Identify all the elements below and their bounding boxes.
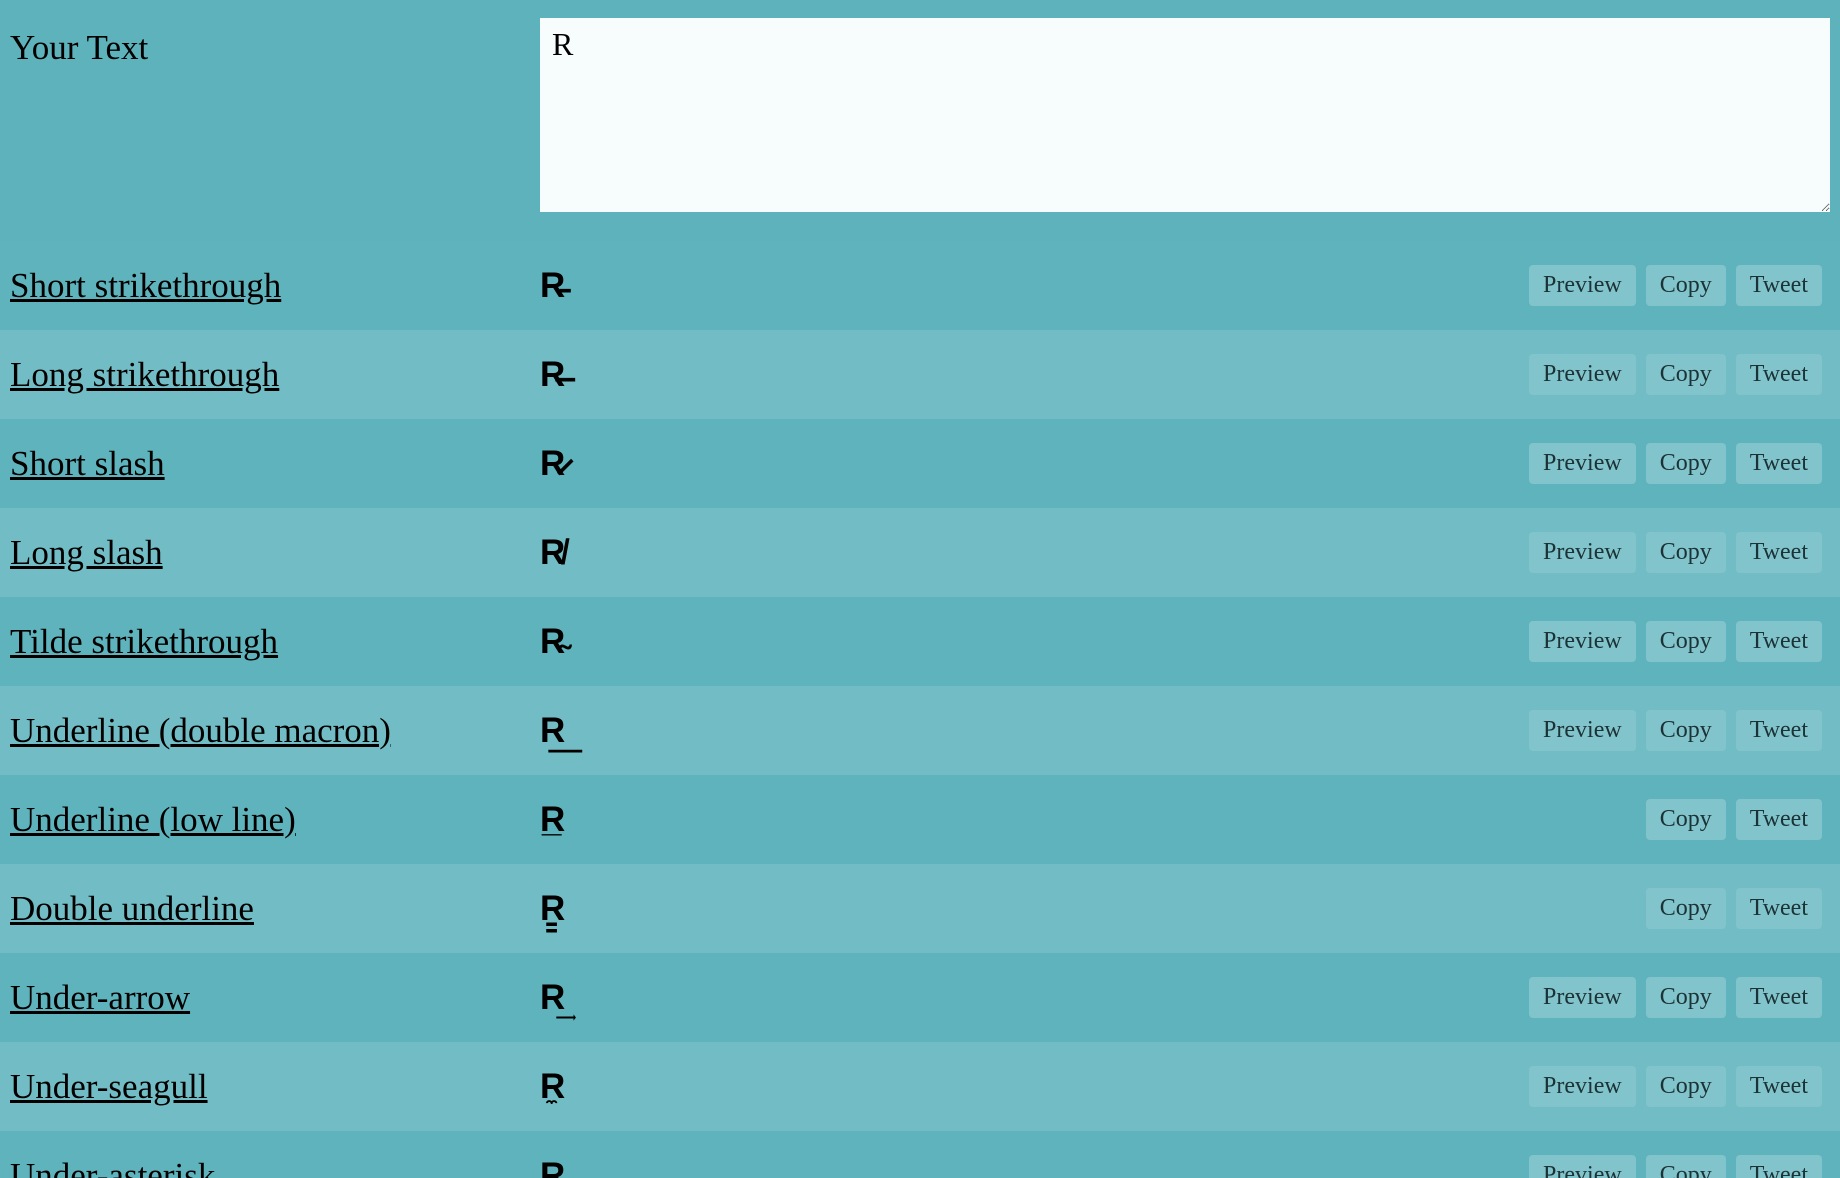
- style-actions: CopyTweet: [1646, 888, 1830, 929]
- preview-button[interactable]: Preview: [1529, 1155, 1636, 1178]
- style-name-cell: Under-arrow: [10, 978, 540, 1018]
- style-row: Tilde strikethrough R̴PreviewCopyTweet: [0, 597, 1840, 686]
- style-name-cell: Double underline: [10, 889, 540, 929]
- style-name-link[interactable]: Short strikethrough: [10, 266, 281, 305]
- style-name-cell: Under-asterisk: [10, 1156, 540, 1178]
- copy-button[interactable]: Copy: [1646, 265, 1726, 306]
- style-name-link[interactable]: Short slash: [10, 444, 165, 483]
- style-row: Under-arrow R͢PreviewCopyTweet: [0, 953, 1840, 1042]
- style-name-cell: Short slash: [10, 444, 540, 484]
- style-name-link[interactable]: Under-seagull: [10, 1067, 208, 1106]
- style-output: R̷: [540, 444, 1529, 484]
- copy-button[interactable]: Copy: [1646, 1155, 1726, 1178]
- style-actions: Preview Copy Tweet: [1529, 1155, 1830, 1178]
- style-name-cell: Underline (double macron): [10, 711, 540, 751]
- style-row: Underline (low line) R̲CopyTweet: [0, 775, 1840, 864]
- tweet-button[interactable]: Tweet: [1736, 710, 1822, 751]
- style-output: R̼: [540, 1067, 1529, 1107]
- style-name-cell: Under-seagull: [10, 1067, 540, 1107]
- copy-button[interactable]: Copy: [1646, 1066, 1726, 1107]
- input-row: Your Text: [0, 0, 1840, 241]
- tweet-button[interactable]: Tweet: [1736, 532, 1822, 573]
- tweet-button[interactable]: Tweet: [1736, 888, 1822, 929]
- style-output: R̴: [540, 622, 1529, 662]
- input-label: Your Text: [10, 18, 540, 68]
- style-row: Underline (double macron) R͟PreviewCopyTw…: [0, 686, 1840, 775]
- style-name-link[interactable]: Double underline: [10, 889, 254, 928]
- style-name-link[interactable]: Underline (double macron): [10, 711, 391, 750]
- text-input[interactable]: [540, 18, 1830, 212]
- preview-button[interactable]: Preview: [1529, 443, 1636, 484]
- style-name-cell: Underline (low line): [10, 800, 540, 840]
- style-output: R̸: [540, 533, 1529, 573]
- style-name-cell: Long strikethrough: [10, 355, 540, 395]
- tweet-button[interactable]: Tweet: [1736, 977, 1822, 1018]
- style-name-link[interactable]: Long strikethrough: [10, 355, 279, 394]
- style-actions: PreviewCopyTweet: [1529, 621, 1830, 662]
- preview-button[interactable]: Preview: [1529, 977, 1636, 1018]
- style-actions: PreviewCopyTweet: [1529, 977, 1830, 1018]
- tweet-button[interactable]: Tweet: [1736, 1066, 1822, 1107]
- preview-button[interactable]: Preview: [1529, 354, 1636, 395]
- style-output: R͙: [540, 1156, 1529, 1178]
- style-actions: CopyTweet: [1646, 799, 1830, 840]
- style-row: Long slash R̸PreviewCopyTweet: [0, 508, 1840, 597]
- textarea-wrapper: [540, 18, 1830, 217]
- style-name-link[interactable]: Tilde strikethrough: [10, 622, 278, 661]
- style-output: R̶: [540, 355, 1529, 395]
- style-name-cell: Tilde strikethrough: [10, 622, 540, 662]
- style-output: R̳: [540, 889, 1646, 929]
- style-output: R̲: [540, 800, 1646, 840]
- tweet-button[interactable]: Tweet: [1736, 354, 1822, 395]
- copy-button[interactable]: Copy: [1646, 799, 1726, 840]
- style-output: R̵: [540, 266, 1529, 306]
- style-name-link[interactable]: Under-asterisk: [10, 1156, 215, 1178]
- tweet-button[interactable]: Tweet: [1736, 1155, 1822, 1178]
- style-name-cell: Short strikethrough: [10, 266, 540, 306]
- preview-button[interactable]: Preview: [1529, 1066, 1636, 1107]
- style-row: Under-asterisk R͙Preview Copy Tweet: [0, 1131, 1840, 1178]
- style-row: Long strikethrough R̶PreviewCopyTweet: [0, 330, 1840, 419]
- style-row: Double underline R̳CopyTweet: [0, 864, 1840, 953]
- style-row: Under-seagull R̼PreviewCopyTweet: [0, 1042, 1840, 1131]
- preview-button[interactable]: Preview: [1529, 532, 1636, 573]
- style-row: Short slash R̷PreviewCopyTweet: [0, 419, 1840, 508]
- copy-button[interactable]: Copy: [1646, 977, 1726, 1018]
- style-actions: PreviewCopyTweet: [1529, 710, 1830, 751]
- style-row: Short strikethrough R̵PreviewCopyTweet: [0, 241, 1840, 330]
- style-name-link[interactable]: Underline (low line): [10, 800, 296, 839]
- tweet-button[interactable]: Tweet: [1736, 265, 1822, 306]
- preview-button[interactable]: Preview: [1529, 621, 1636, 662]
- tweet-button[interactable]: Tweet: [1736, 799, 1822, 840]
- style-name-link[interactable]: Long slash: [10, 533, 163, 572]
- style-name-cell: Long slash: [10, 533, 540, 573]
- style-actions: PreviewCopyTweet: [1529, 1066, 1830, 1107]
- copy-button[interactable]: Copy: [1646, 710, 1726, 751]
- style-actions: PreviewCopyTweet: [1529, 443, 1830, 484]
- style-output: R͢: [540, 978, 1529, 1018]
- style-name-link[interactable]: Under-arrow: [10, 978, 190, 1017]
- copy-button[interactable]: Copy: [1646, 443, 1726, 484]
- style-output: R͟: [540, 711, 1529, 751]
- style-actions: PreviewCopyTweet: [1529, 532, 1830, 573]
- style-actions: PreviewCopyTweet: [1529, 354, 1830, 395]
- copy-button[interactable]: Copy: [1646, 621, 1726, 662]
- style-actions: PreviewCopyTweet: [1529, 265, 1830, 306]
- copy-button[interactable]: Copy: [1646, 532, 1726, 573]
- copy-button[interactable]: Copy: [1646, 354, 1726, 395]
- copy-button[interactable]: Copy: [1646, 888, 1726, 929]
- tweet-button[interactable]: Tweet: [1736, 443, 1822, 484]
- preview-button[interactable]: Preview: [1529, 265, 1636, 306]
- tweet-button[interactable]: Tweet: [1736, 621, 1822, 662]
- preview-button[interactable]: Preview: [1529, 710, 1636, 751]
